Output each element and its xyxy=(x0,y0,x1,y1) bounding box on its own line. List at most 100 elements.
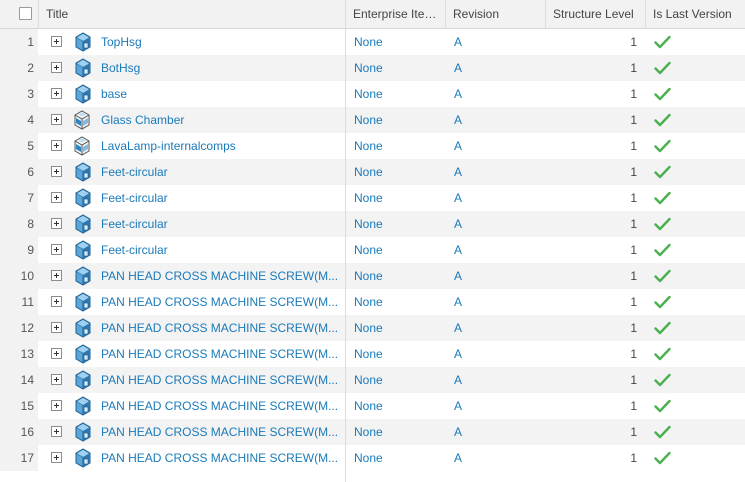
revision-link[interactable]: A xyxy=(454,341,544,367)
revision-link[interactable]: A xyxy=(454,419,544,445)
revision-link[interactable]: A xyxy=(454,393,544,419)
enterprise-item-link[interactable]: None xyxy=(354,341,444,367)
revision-link[interactable]: A xyxy=(454,185,544,211)
revision-link[interactable]: A xyxy=(454,81,544,107)
row-number: 9 xyxy=(27,243,34,257)
enterprise-item-link[interactable]: None xyxy=(354,445,444,471)
table-row[interactable]: 11 PAN HEAD CROSS MACHINE SCREW(M... None A… xyxy=(0,289,745,315)
select-all-checkbox[interactable] xyxy=(19,7,32,20)
expand-row-button[interactable] xyxy=(51,296,62,307)
item-title-link[interactable]: LavaLamp-internalcomps xyxy=(101,133,344,159)
item-title-link[interactable]: PAN HEAD CROSS MACHINE SCREW(M... xyxy=(101,341,344,367)
expand-row-button[interactable] xyxy=(51,36,62,47)
enterprise-item-link[interactable]: None xyxy=(354,237,444,263)
item-title-link[interactable]: BotHsg xyxy=(101,55,344,81)
table-row[interactable]: 7 Feet-circular None A 1 xyxy=(0,185,745,211)
header-divider[interactable] xyxy=(645,0,646,29)
enterprise-item-link[interactable]: None xyxy=(354,133,444,159)
header-divider[interactable] xyxy=(445,0,446,29)
item-title-link[interactable]: Feet-circular xyxy=(101,185,344,211)
revision-link[interactable]: A xyxy=(454,263,544,289)
table-row[interactable]: 16 PAN HEAD CROSS MACHINE SCREW(M... None A… xyxy=(0,419,745,445)
table-row[interactable]: 12 PAN HEAD CROSS MACHINE SCREW(M... None A… xyxy=(0,315,745,341)
item-title-link[interactable]: TopHsg xyxy=(101,29,344,55)
table-row[interactable]: 10 PAN HEAD CROSS MACHINE SCREW(M... None A… xyxy=(0,263,745,289)
revision-link[interactable]: A xyxy=(454,29,544,55)
item-title-link[interactable]: Feet-circular xyxy=(101,211,344,237)
table-row[interactable]: 8 Feet-circular None A 1 xyxy=(0,211,745,237)
table-row[interactable]: 4 Glass Chamber None A 1 xyxy=(0,107,745,133)
assembly-icon xyxy=(71,109,93,131)
revision-link[interactable]: A xyxy=(454,55,544,81)
expand-row-button[interactable] xyxy=(51,192,62,203)
expand-row-button[interactable] xyxy=(51,426,62,437)
table-row[interactable]: 9 Feet-circular None A 1 xyxy=(0,237,745,263)
table-row[interactable]: 5 LavaLamp-internalcomps None A 1 xyxy=(0,133,745,159)
enterprise-item-link[interactable]: None xyxy=(354,263,444,289)
revision-link[interactable]: A xyxy=(454,367,544,393)
table-row[interactable]: 3 base None A 1 xyxy=(0,81,745,107)
table-row[interactable]: 6 Feet-circular None A 1 xyxy=(0,159,745,185)
expand-row-button[interactable] xyxy=(51,374,62,385)
enterprise-item-link[interactable]: None xyxy=(354,185,444,211)
enterprise-item-link[interactable]: None xyxy=(354,289,444,315)
column-header-is-last-version[interactable]: Is Last Version xyxy=(653,0,741,28)
item-title-link[interactable]: PAN HEAD CROSS MACHINE SCREW(M... xyxy=(101,419,344,445)
item-title-link[interactable]: PAN HEAD CROSS MACHINE SCREW(M... xyxy=(101,263,344,289)
item-title-link[interactable]: Feet-circular xyxy=(101,159,344,185)
expand-row-button[interactable] xyxy=(51,270,62,281)
revision-link[interactable]: A xyxy=(454,315,544,341)
table-row[interactable]: 17 PAN HEAD CROSS MACHINE SCREW(M... None A… xyxy=(0,445,745,471)
row-number: 13 xyxy=(20,347,34,361)
enterprise-item-link[interactable]: None xyxy=(354,315,444,341)
item-title-link[interactable]: PAN HEAD CROSS MACHINE SCREW(M... xyxy=(101,445,344,471)
expand-row-button[interactable] xyxy=(51,88,62,99)
item-title-link[interactable]: PAN HEAD CROSS MACHINE SCREW(M... xyxy=(101,289,344,315)
table-row[interactable]: 14 PAN HEAD CROSS MACHINE SCREW(M... None A… xyxy=(0,367,745,393)
item-title-link[interactable]: PAN HEAD CROSS MACHINE SCREW(M... xyxy=(101,367,344,393)
expand-row-button[interactable] xyxy=(51,322,62,333)
expand-row-button[interactable] xyxy=(51,348,62,359)
enterprise-item-link[interactable]: None xyxy=(354,81,444,107)
expand-row-button[interactable] xyxy=(51,244,62,255)
item-title-link[interactable]: Glass Chamber xyxy=(101,107,344,133)
table-row[interactable]: 1 TopHsg None A 1 xyxy=(0,29,745,55)
table-row[interactable]: 13 PAN HEAD CROSS MACHINE SCREW(M... None A… xyxy=(0,341,745,367)
revision-link[interactable]: A xyxy=(454,445,544,471)
header-divider[interactable] xyxy=(345,0,346,29)
expand-row-button[interactable] xyxy=(51,62,62,73)
enterprise-item-link[interactable]: None xyxy=(354,211,444,237)
expand-row-button[interactable] xyxy=(51,218,62,229)
table-row[interactable]: 2 BotHsg None A 1 xyxy=(0,55,745,81)
expand-row-button[interactable] xyxy=(51,166,62,177)
expand-row-button[interactable] xyxy=(51,452,62,463)
enterprise-item-link[interactable]: None xyxy=(354,107,444,133)
checkmark-icon xyxy=(654,113,671,127)
column-header-enterprise-item[interactable]: Enterprise Ite… xyxy=(353,0,441,28)
revision-link[interactable]: A xyxy=(454,289,544,315)
item-title-link[interactable]: Feet-circular xyxy=(101,237,344,263)
revision-link[interactable]: A xyxy=(454,159,544,185)
enterprise-item-link[interactable]: None xyxy=(354,367,444,393)
enterprise-item-link[interactable]: None xyxy=(354,55,444,81)
revision-link[interactable]: A xyxy=(454,107,544,133)
enterprise-item-link[interactable]: None xyxy=(354,419,444,445)
enterprise-item-link[interactable]: None xyxy=(354,159,444,185)
table-row[interactable]: 15 PAN HEAD CROSS MACHINE SCREW(M... None A… xyxy=(0,393,745,419)
header-divider[interactable] xyxy=(545,0,546,29)
expand-row-button[interactable] xyxy=(51,400,62,411)
revision-link[interactable]: A xyxy=(454,133,544,159)
item-title-link[interactable]: PAN HEAD CROSS MACHINE SCREW(M... xyxy=(101,315,344,341)
item-title-link[interactable]: PAN HEAD CROSS MACHINE SCREW(M... xyxy=(101,393,344,419)
revision-link[interactable]: A xyxy=(454,211,544,237)
enterprise-item-link[interactable]: None xyxy=(354,29,444,55)
part-icon xyxy=(71,317,93,339)
column-header-title[interactable]: Title xyxy=(46,0,336,28)
column-header-structure-level[interactable]: Structure Level xyxy=(553,0,641,28)
expand-row-button[interactable] xyxy=(51,140,62,151)
item-title-link[interactable]: base xyxy=(101,81,344,107)
expand-row-button[interactable] xyxy=(51,114,62,125)
revision-link[interactable]: A xyxy=(454,237,544,263)
column-header-revision[interactable]: Revision xyxy=(453,0,541,28)
enterprise-item-link[interactable]: None xyxy=(354,393,444,419)
